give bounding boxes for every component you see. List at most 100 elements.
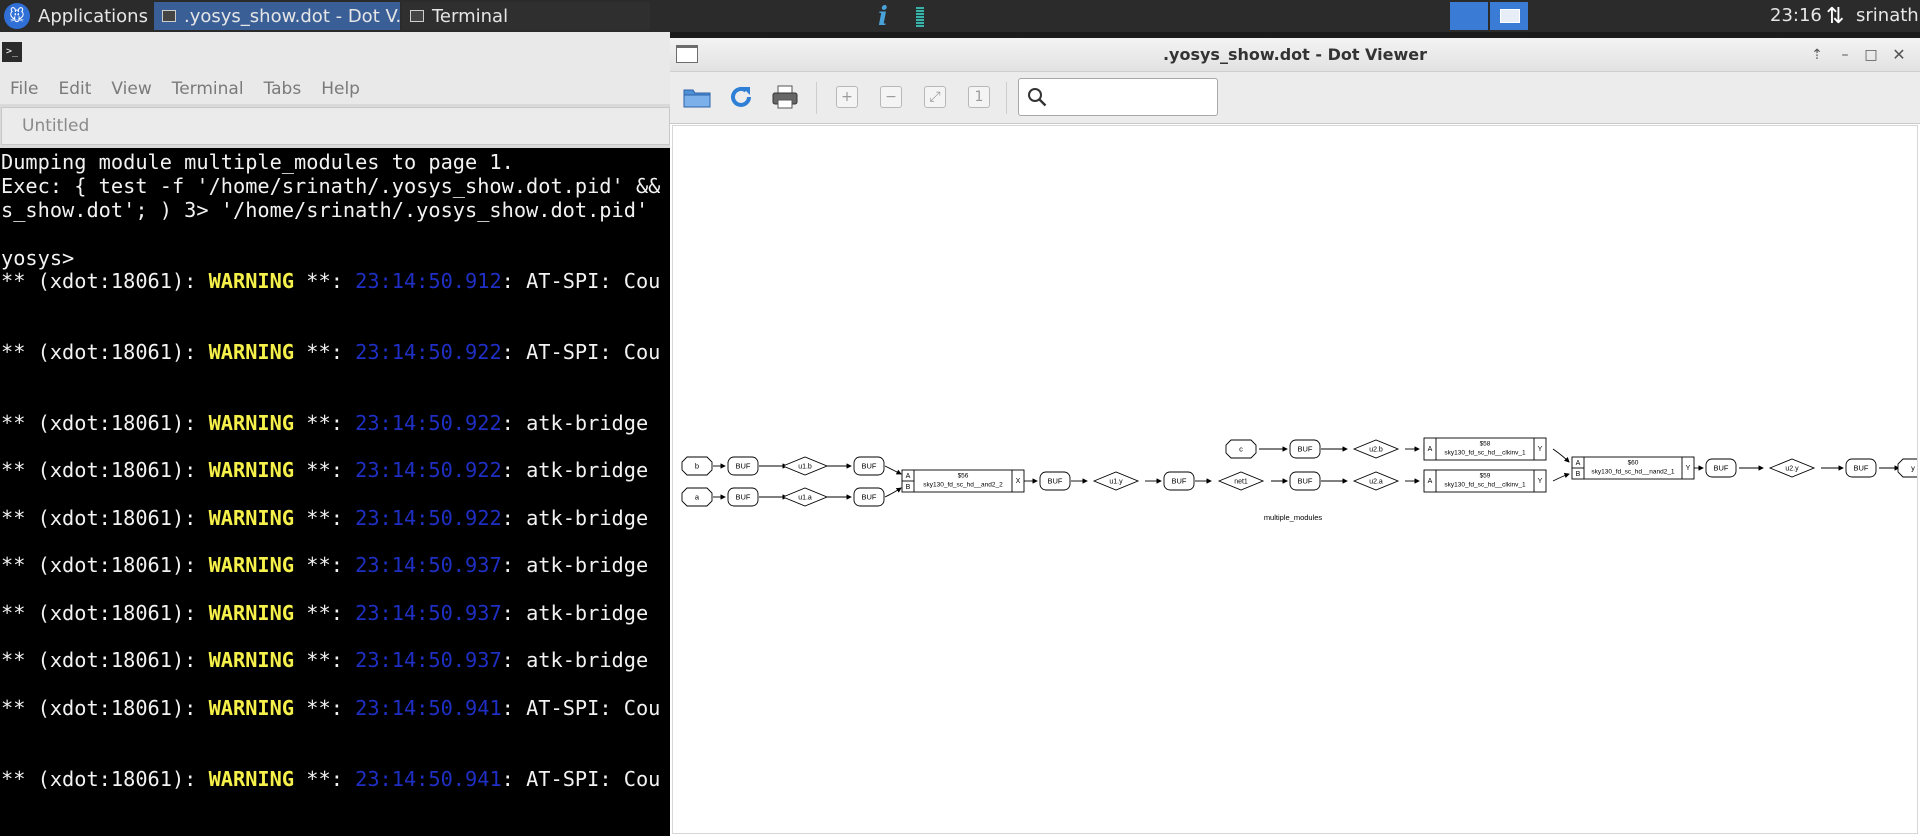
- window-icon: [162, 10, 176, 22]
- applications-menu[interactable]: 🐭 Applications: [0, 0, 148, 32]
- warning-message: : AT-SPI: Cou: [501, 696, 661, 720]
- clock[interactable]: 23:16: [1770, 0, 1822, 32]
- terminal-prompt: yosys>: [1, 246, 75, 270]
- warning-level: WARNING: [208, 553, 295, 577]
- graph-node[interactable]: u1.y: [1092, 471, 1140, 491]
- warning-timestamp: 23:14:50.922: [355, 340, 502, 364]
- warning-line: ** (xdot:18061): WARNING **: 23:14:50.94…: [1, 696, 660, 720]
- menu-view[interactable]: View: [101, 74, 161, 104]
- cell-port-label: X: [1016, 478, 1021, 485]
- graph-node[interactable]: u2.y: [1768, 458, 1816, 478]
- warning-prefix: ** (xdot:18061):: [1, 553, 209, 577]
- graph-node[interactable]: BUF: [1289, 439, 1321, 459]
- cpu-graph-icon[interactable]: [916, 7, 924, 27]
- graph-node[interactable]: BUF: [853, 487, 885, 507]
- cell-port-label: A: [1428, 446, 1433, 453]
- close-icon[interactable]: ✕: [1890, 46, 1908, 64]
- zoom-out-icon[interactable]: −: [880, 86, 902, 108]
- graph-node[interactable]: BUF: [727, 487, 759, 507]
- shade-icon[interactable]: ⇡: [1808, 46, 1826, 64]
- graph-node[interactable]: AB X $56 sky130_fd_sc_hd__and2_2: [901, 469, 1025, 493]
- graph-node[interactable]: A Y $59 sky130_fd_sc_hd__clkinv_1: [1423, 469, 1547, 493]
- graph-node[interactable]: c: [1225, 439, 1257, 459]
- user-menu[interactable]: srinath: [1856, 0, 1919, 32]
- terminal-titlebar[interactable]: >_: [0, 32, 670, 74]
- task-dot-viewer[interactable]: .yosys_show.dot - Dot V...: [154, 2, 400, 30]
- zoom-fit-icon[interactable]: ⤢: [924, 86, 946, 108]
- warning-prefix: ** (xdot:18061):: [1, 696, 209, 720]
- menu-file[interactable]: File: [0, 74, 48, 104]
- warning-sep: **:: [294, 340, 356, 364]
- toolbar-separator: [1006, 82, 1007, 114]
- task-label: .yosys_show.dot - Dot V...: [184, 5, 400, 27]
- cell-port-label: A: [1428, 478, 1433, 485]
- menu-tabs[interactable]: Tabs: [254, 74, 312, 104]
- terminal-output[interactable]: Dumping module multiple_modules to page …: [0, 149, 670, 836]
- graph-node[interactable]: u2.a: [1352, 471, 1400, 491]
- graph-node[interactable]: b: [681, 456, 713, 476]
- graph-node[interactable]: BUF: [1845, 458, 1877, 478]
- graph-node[interactable]: a: [681, 487, 713, 507]
- graph-node[interactable]: BUF: [853, 456, 885, 476]
- warning-timestamp: 23:14:50.941: [355, 696, 502, 720]
- zoom-100-icon[interactable]: 1: [968, 86, 990, 108]
- warning-level: WARNING: [208, 601, 295, 625]
- search-input[interactable]: [1055, 85, 1213, 111]
- graph-canvas[interactable]: b a BUF BUF u1.b u1.a BUF BUF A B X $56 sky130_fd_sc…: [672, 125, 1918, 834]
- menu-help[interactable]: Help: [311, 74, 370, 104]
- graph-node[interactable]: A Y $58 sky130_fd_sc_hd__clkinv_1: [1423, 437, 1547, 461]
- info-icon[interactable]: i: [878, 2, 888, 32]
- menu-edit[interactable]: Edit: [48, 74, 101, 104]
- task-terminal[interactable]: Terminal: [402, 2, 650, 30]
- node-label: BUF: [862, 492, 877, 501]
- warning-level: WARNING: [208, 269, 295, 293]
- graph-node[interactable]: BUF: [727, 456, 759, 476]
- warning-timestamp: 23:14:50.937: [355, 553, 502, 577]
- search-field[interactable]: [1018, 78, 1218, 116]
- warning-prefix: ** (xdot:18061):: [1, 340, 209, 364]
- netlist-graph[interactable]: ba BUF BUF u1.b u1.a BUF BUF ABX$56sky130_fd_sc…: [673, 126, 1917, 833]
- zoom-in-icon[interactable]: +: [836, 86, 858, 108]
- terminal-tabbar: Untitled: [0, 104, 670, 148]
- graph-node[interactable]: u1.b: [781, 456, 829, 476]
- network-icon[interactable]: ⇅: [1826, 4, 1844, 29]
- graph-node[interactable]: BUF: [1039, 471, 1071, 491]
- warning-line: ** (xdot:18061): WARNING **: 23:14:50.93…: [1, 553, 648, 577]
- minimize-icon[interactable]: –: [1836, 46, 1854, 64]
- maximize-icon[interactable]: □: [1862, 46, 1880, 64]
- window-title: .yosys_show.dot - Dot Viewer: [1162, 45, 1428, 64]
- applications-label: Applications: [38, 5, 148, 27]
- warning-timestamp: 23:14:50.922: [355, 411, 502, 435]
- graph-node[interactable]: net1: [1217, 471, 1265, 491]
- graph-node[interactable]: y: [1897, 458, 1917, 478]
- viewer-titlebar[interactable]: .yosys_show.dot - Dot Viewer ⇡ – □ ✕: [670, 38, 1920, 72]
- graph-node[interactable]: BUF: [1705, 458, 1737, 478]
- warning-message: : AT-SPI: Cou: [501, 767, 661, 791]
- warning-timestamp: 23:14:50.922: [355, 506, 502, 530]
- workspace-switcher: [1450, 2, 1530, 30]
- node-label: u2.b: [1369, 446, 1383, 453]
- warning-sep: **:: [294, 767, 356, 791]
- graph-node[interactable]: BUF: [1163, 471, 1195, 491]
- graph-node[interactable]: u2.b: [1352, 439, 1400, 459]
- reload-icon[interactable]: [726, 82, 756, 112]
- graph-node[interactable]: u1.a: [781, 487, 829, 507]
- warning-sep: **:: [294, 411, 356, 435]
- warning-sep: **:: [294, 506, 356, 530]
- terminal-tab[interactable]: Untitled: [1, 107, 670, 145]
- warning-level: WARNING: [208, 767, 295, 791]
- print-icon[interactable]: [770, 82, 800, 112]
- graph-node[interactable]: BUF: [1289, 471, 1321, 491]
- warning-timestamp: 23:14:50.912: [355, 269, 502, 293]
- warning-message: : atk-bridge: [501, 553, 649, 577]
- node-label: BUF: [736, 461, 751, 470]
- workspace-1[interactable]: [1450, 2, 1488, 30]
- node-label: BUF: [1298, 476, 1313, 485]
- warning-level: WARNING: [208, 458, 295, 482]
- warning-line: ** (xdot:18061): WARNING **: 23:14:50.91…: [1, 269, 660, 293]
- graph-node[interactable]: AB Y $60 sky130_fd_sc_hd__nand2_1: [1571, 456, 1695, 480]
- menu-terminal[interactable]: Terminal: [162, 74, 254, 104]
- warning-line: ** (xdot:18061): WARNING **: 23:14:50.92…: [1, 340, 660, 364]
- workspace-2[interactable]: [1490, 2, 1528, 30]
- open-folder-icon[interactable]: [682, 82, 712, 112]
